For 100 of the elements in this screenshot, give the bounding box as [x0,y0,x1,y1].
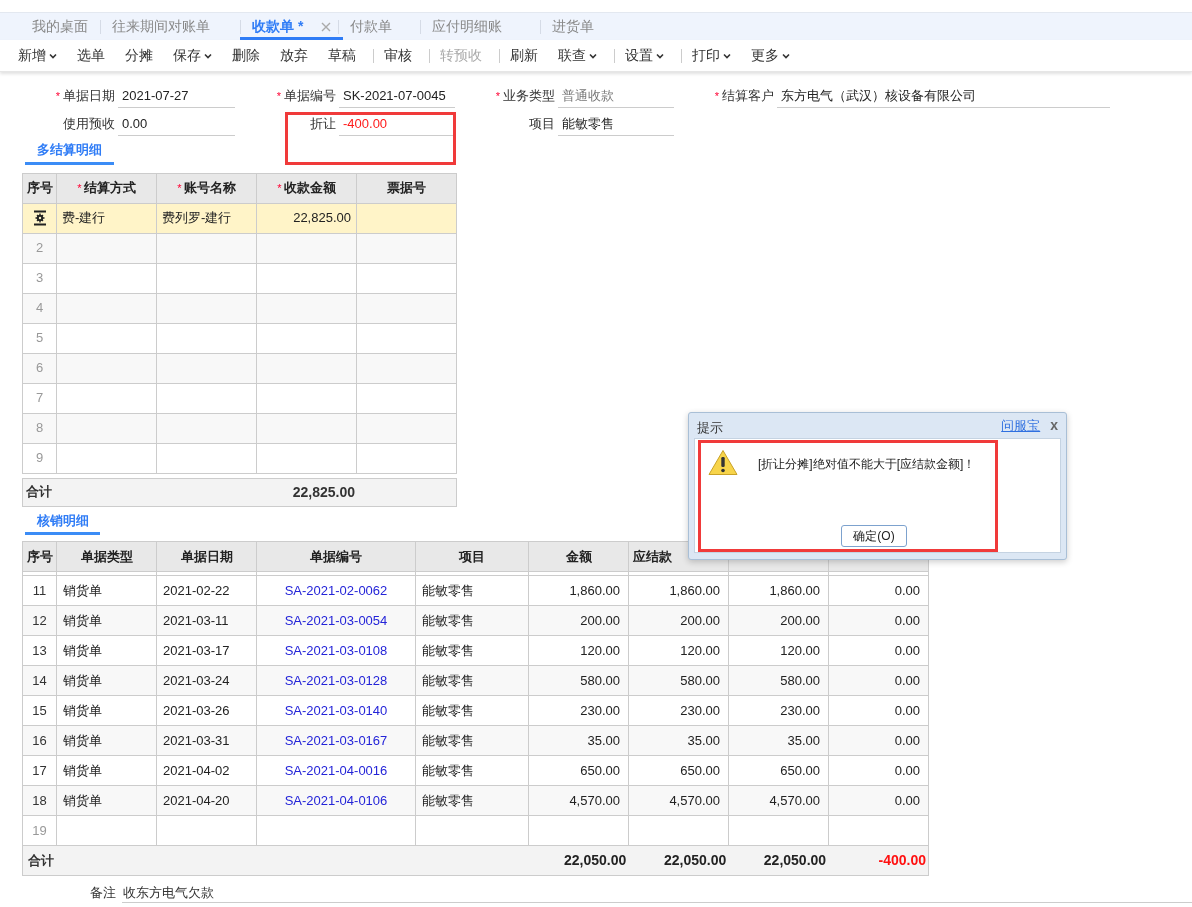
toolbar-button[interactable]: 审核 [373,45,412,66]
column-header: 序号 [26,179,53,198]
field-label: 项目 [529,115,555,134]
toolbar-button[interactable]: 分摊 [125,45,153,66]
toolbar-button[interactable]: 草稿 [328,45,356,66]
document-link[interactable]: SA-2021-02-0062 [256,575,416,606]
table-cell: 4,570.00 [628,785,729,816]
table-cell: 2 [22,233,57,263]
chevron-down-icon [656,52,664,59]
table-cell: 230.00 [728,695,829,726]
ok-button[interactable]: 确定(O) [841,525,907,547]
total-amount: 22,050.00 [563,851,628,870]
table-cell: 16 [22,725,57,756]
table-cell: 0.00 [828,725,929,756]
table-cell: 650.00 [728,755,829,786]
table-cell: 22,825.00 [256,203,357,233]
toolbar-button[interactable]: 放弃 [280,45,308,66]
input-field[interactable]: 收东方电气欠款 [122,883,1192,903]
table-cell: 650.00 [628,755,729,786]
required-mark: * [495,88,500,104]
table-cell: 销货单 [56,635,157,666]
input-field[interactable]: -400.00 [339,112,455,136]
column-header: 账号名称 [183,179,236,198]
document-link[interactable]: SA-2021-03-0108 [256,635,416,666]
toolbar-button[interactable]: 打印 [681,45,731,66]
chevron-down-icon [782,52,790,59]
tab[interactable]: 收款单 * [240,13,344,40]
total-amount: 22,050.00 [762,851,828,870]
table-cell: 费列罗-建行 [156,203,257,233]
table-cell: 能敏零售 [415,575,529,606]
toolbar-button[interactable]: 保存 [173,45,212,66]
table-cell: 17 [22,755,57,786]
table-cell: 0.00 [828,755,929,786]
table-cell: 9 [22,443,57,473]
table-cell: 销货单 [56,755,157,786]
chevron-down-icon [723,52,731,59]
table-cell: 580.00 [528,665,629,696]
document-link[interactable]: SA-2021-03-0140 [256,695,416,726]
table-cell: 费-建行 [56,203,157,233]
input-field[interactable]: 2021-07-27 [118,84,235,108]
table-cell: 120.00 [728,635,829,666]
table-cell: 4 [22,293,57,323]
column-header: 收款金额 [283,179,336,198]
toolbar-button[interactable]: 新增 [18,45,57,66]
required-mark: * [77,180,82,196]
input-field[interactable]: 0.00 [118,112,235,136]
document-link[interactable]: SA-2021-03-0054 [256,605,416,636]
required-mark: * [177,180,182,196]
toolbar-button[interactable]: 更多 [751,45,790,66]
table-cell: 200.00 [528,605,629,636]
total-amount: 22,825.00 [291,482,355,502]
toolbar-button[interactable]: 删除 [232,45,260,66]
document-link[interactable]: SA-2021-04-0106 [256,785,416,816]
table-cell: 0.00 [828,575,929,606]
table-cell: 35.00 [528,725,629,756]
table-cell: 能敏零售 [415,755,529,786]
total-amount: -400.00 [877,851,927,870]
document-link[interactable]: SA-2021-03-0128 [256,665,416,696]
dialog-message: [折让分摊]绝对值不能大于[应结款金额]！ [758,456,976,473]
document-link[interactable]: SA-2021-03-0167 [256,725,416,756]
close-button[interactable]: x [1050,415,1058,436]
table-cell: 销货单 [56,575,157,606]
column-header: 单据编号 [256,541,416,572]
required-mark: * [276,88,281,104]
table-cell: 15 [22,695,57,726]
field-label: 业务类型 [503,87,555,106]
row-edit-icon[interactable] [32,210,47,226]
dialog-title: 提示 [697,418,723,437]
section-tab[interactable]: 核销明细 [25,510,100,535]
table-cell: 2021-04-20 [156,785,257,816]
table-cell: 8 [22,413,57,443]
total-label: 合计 [27,851,55,870]
table-cell: 4,570.00 [528,785,629,816]
help-link[interactable]: 问服宝 [1001,415,1041,436]
document-link[interactable]: SA-2021-04-0016 [256,755,416,786]
table-cell: 1,860.00 [628,575,729,606]
table-cell: 2021-03-26 [156,695,257,726]
toolbar-button[interactable]: 设置 [614,45,664,66]
toolbar-button[interactable]: 联查 [558,45,597,66]
field-label: 单据编号 [284,87,336,106]
section-tab[interactable]: 多结算明细 [25,140,114,165]
input-field[interactable]: 东方电气（武汉）核设备有限公司 [777,84,1110,108]
table-cell: 19 [22,815,57,846]
table-cell: 能敏零售 [415,665,529,696]
table-cell: 1,860.00 [728,575,829,606]
input-field[interactable]: SK-2021-07-0045 [339,84,455,108]
required-mark: * [55,88,60,104]
toolbar-button[interactable]: 刷新 [499,45,538,66]
table-cell: 13 [22,635,57,666]
input-field[interactable]: 能敏零售 [558,112,674,136]
table-cell: 0.00 [828,695,929,726]
toolbar-button[interactable]: 选单 [77,45,105,66]
table-row[interactable]: 费-建行 费列罗-建行 22,825.00 [22,203,457,233]
table-cell: 6 [22,353,57,383]
table-cell: 2021-03-24 [156,665,257,696]
field-label: 备注 [90,884,116,903]
table-cell: 200.00 [628,605,729,636]
chevron-down-icon [49,52,57,59]
column-header: 票据号 [387,179,426,198]
column-header: 序号 [22,541,57,572]
